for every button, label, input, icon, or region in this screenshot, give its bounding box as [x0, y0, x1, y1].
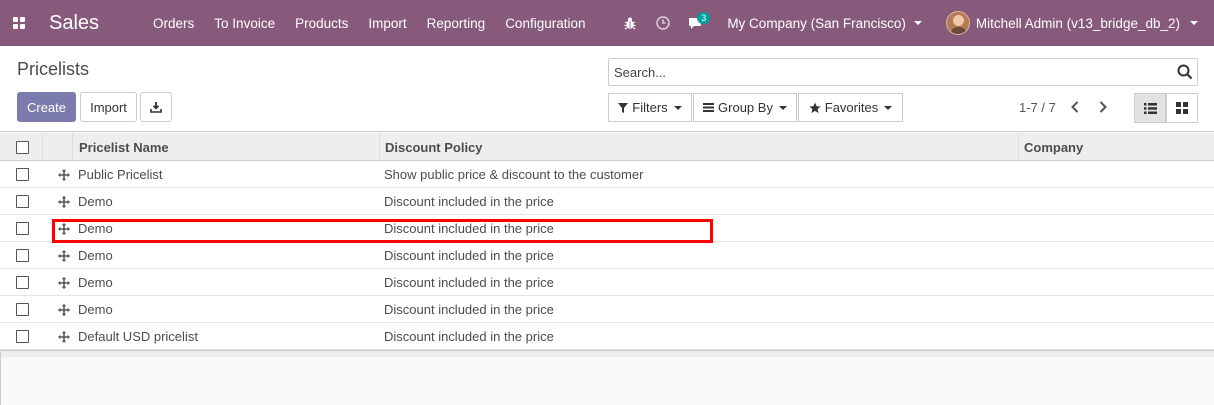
pricelist-name-cell: Default USD pricelist [78, 329, 198, 344]
drag-handle-icon[interactable] [58, 168, 70, 181]
list-bars-icon [703, 103, 715, 112]
drag-handle-icon[interactable] [58, 276, 70, 289]
table-row[interactable]: Public Pricelist Show public price & dis… [0, 161, 1214, 188]
main-menu: Orders To Invoice Products Import Report… [143, 0, 595, 46]
select-all-checkbox-cell[interactable] [16, 133, 29, 161]
groupby-dropdown[interactable]: Group By [693, 93, 797, 122]
table-row[interactable]: Demo Discount included in the price [0, 242, 1214, 269]
table-row[interactable]: Default USD pricelist Discount included … [0, 323, 1214, 350]
row-checkbox[interactable] [16, 330, 29, 343]
activity-clock-icon[interactable] [646, 0, 679, 46]
systray: 3 My Company (San Francisco) Mitchell Ad… [613, 0, 1214, 46]
column-header-company[interactable]: Company [1024, 133, 1083, 161]
discount-policy-cell: Discount included in the price [384, 329, 554, 344]
table-row[interactable]: Demo Discount included in the price [0, 188, 1214, 215]
company-name: My Company (San Francisco) [727, 15, 906, 31]
select-all-checkbox[interactable] [16, 140, 29, 154]
divider [0, 352, 1, 405]
pager-previous-button[interactable] [1064, 95, 1086, 119]
avatar [945, 11, 970, 35]
table-row[interactable]: Demo Discount included in the price [0, 215, 1214, 242]
pricelist-name-cell: Demo [78, 194, 113, 209]
discount-policy-cell: Discount included in the price [384, 275, 554, 290]
pricelist-name-cell: Demo [78, 302, 113, 317]
groupby-label: Group By [718, 100, 773, 115]
row-checkbox[interactable] [16, 276, 29, 289]
favorites-label: Favorites [824, 100, 879, 115]
table-footer [0, 350, 1214, 357]
chevron-down-icon [884, 105, 893, 110]
search-icon[interactable] [1177, 64, 1193, 80]
menu-orders[interactable]: Orders [143, 0, 204, 46]
chevron-down-icon [913, 21, 922, 25]
discount-policy-cell: Discount included in the price [384, 221, 554, 236]
table-header: Pricelist Name Discount Policy Company [0, 133, 1214, 161]
discount-policy-cell: Discount included in the price [384, 194, 554, 209]
list-view-button[interactable] [1134, 93, 1166, 123]
column-header-name[interactable]: Pricelist Name [79, 133, 169, 161]
menu-configuration[interactable]: Configuration [495, 0, 595, 46]
pricelist-name-cell: Demo [78, 248, 113, 263]
download-button[interactable] [140, 92, 172, 122]
discount-policy-cell: Show public price & discount to the cust… [384, 167, 644, 182]
row-checkbox[interactable] [16, 249, 29, 262]
menu-to-invoice[interactable]: To Invoice [204, 0, 285, 46]
row-checkbox[interactable] [16, 303, 29, 316]
chevron-right-icon [1099, 101, 1107, 113]
company-switcher[interactable]: My Company (San Francisco) [727, 16, 922, 31]
apps-menu-icon[interactable] [2, 0, 36, 46]
import-button[interactable]: Import [80, 92, 137, 122]
menu-import[interactable]: Import [358, 0, 416, 46]
filters-dropdown[interactable]: Filters [608, 93, 692, 122]
pricelist-name-cell: Demo [78, 275, 113, 290]
chevron-left-icon [1071, 101, 1079, 113]
search-bar [608, 58, 1198, 86]
star-icon [809, 102, 821, 113]
menu-products[interactable]: Products [285, 0, 358, 46]
favorites-dropdown[interactable]: Favorites [798, 93, 903, 122]
menu-reporting[interactable]: Reporting [417, 0, 496, 46]
page-title: Pricelists [17, 59, 90, 79]
pager-next-button[interactable] [1092, 95, 1114, 119]
download-icon [150, 102, 162, 113]
chevron-down-icon [673, 105, 682, 110]
chevron-down-icon [1190, 21, 1198, 25]
drag-handle-icon[interactable] [58, 330, 70, 343]
chevron-down-icon [778, 105, 787, 110]
drag-handle-icon[interactable] [58, 222, 70, 235]
list-view-icon [1143, 102, 1157, 114]
pager-value[interactable]: 1-7 / 7 [1019, 100, 1056, 115]
drag-handle-icon[interactable] [58, 249, 70, 262]
debug-bug-icon[interactable] [613, 0, 646, 46]
table-row[interactable]: Demo Discount included in the price [0, 296, 1214, 323]
drag-handle-icon[interactable] [58, 303, 70, 316]
top-navbar: Sales Orders To Invoice Products Import … [0, 0, 1214, 46]
pricelist-name-cell: Public Pricelist [78, 167, 163, 182]
column-header-policy[interactable]: Discount Policy [385, 133, 483, 161]
kanban-view-button[interactable] [1166, 93, 1198, 123]
row-checkbox[interactable] [16, 168, 29, 181]
control-panel: Pricelists Create Import Filters Group B… [0, 46, 1214, 132]
user-name: Mitchell Admin (v13_bridge_db_2) [975, 15, 1180, 31]
kanban-view-icon [1176, 102, 1188, 114]
message-count-badge: 3 [697, 12, 711, 24]
drag-handle-icon[interactable] [58, 195, 70, 208]
discount-policy-cell: Discount included in the price [384, 302, 554, 317]
pricelist-name-cell: Demo [78, 221, 113, 236]
search-input[interactable] [609, 59, 1169, 85]
row-checkbox[interactable] [16, 195, 29, 208]
table-row[interactable]: Demo Discount included in the price [0, 269, 1214, 296]
messaging-chat-icon[interactable]: 3 [679, 0, 712, 46]
discount-policy-cell: Discount included in the price [384, 248, 554, 263]
filters-label: Filters [632, 100, 668, 115]
app-title[interactable]: Sales [49, 12, 99, 35]
create-button[interactable]: Create [17, 92, 76, 122]
user-menu[interactable]: Mitchell Admin (v13_bridge_db_2) [945, 11, 1198, 35]
row-checkbox[interactable] [16, 222, 29, 235]
filter-icon [618, 102, 629, 113]
pricelist-table: Pricelist Name Discount Policy Company P… [0, 133, 1214, 357]
